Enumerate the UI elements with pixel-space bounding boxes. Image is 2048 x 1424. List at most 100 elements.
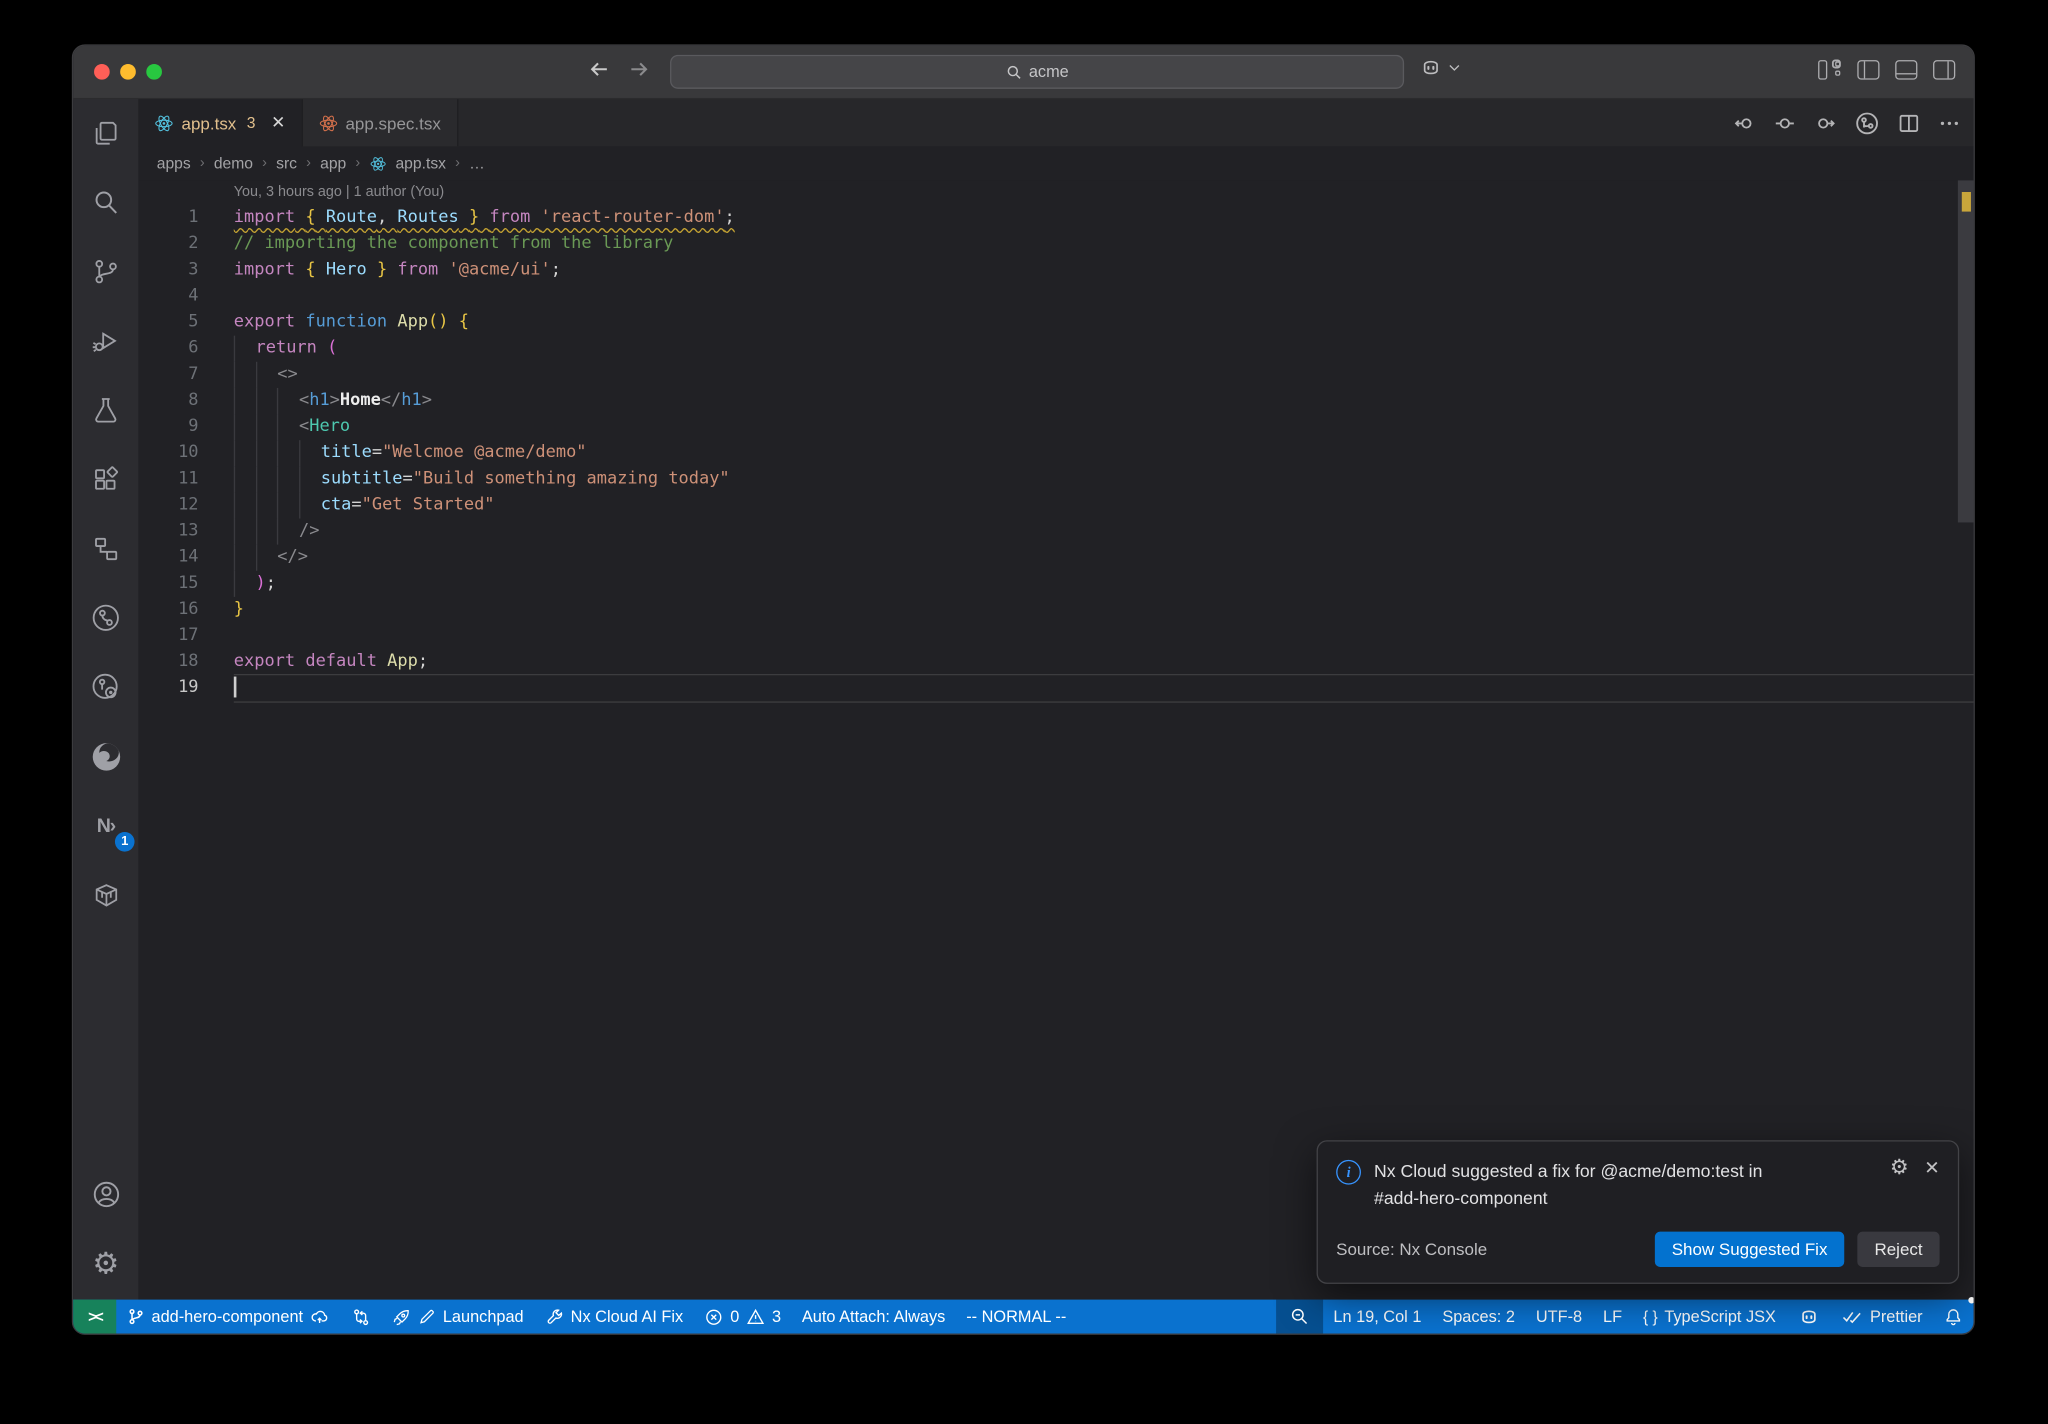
nx-cloud-fix-status-item[interactable]: Nx Cloud AI Fix: [534, 1300, 694, 1334]
more-actions-icon[interactable]: [1938, 112, 1960, 134]
code-line[interactable]: 8 <h1>Home</h1>: [138, 387, 1973, 415]
code-line[interactable]: 10 title="Welcmoe @acme/demo": [138, 440, 1973, 467]
info-icon: i: [1336, 1160, 1361, 1185]
breadcrumb-item[interactable]: demo: [214, 154, 253, 172]
reject-button[interactable]: Reject: [1857, 1231, 1940, 1267]
notification-message: Nx Cloud suggested a fix for @acme/demo:…: [1374, 1161, 1763, 1209]
run-and-debug-icon[interactable]: [80, 315, 132, 367]
notifications-bell-status-item[interactable]: [1933, 1296, 1974, 1334]
commit-graph-icon[interactable]: [80, 592, 132, 644]
show-suggested-fix-button[interactable]: Show Suggested Fix: [1654, 1231, 1845, 1267]
zoom-window-button[interactable]: [146, 63, 162, 80]
warning-marker: [1961, 191, 1971, 212]
text-cursor: [233, 675, 236, 697]
nav-forward-icon[interactable]: [1814, 112, 1836, 134]
code-line[interactable]: 6 return (: [138, 335, 1973, 362]
code-line[interactable]: 19: [138, 673, 1974, 703]
gitlens-inspect-icon[interactable]: [80, 661, 132, 713]
warning-count: 3: [771, 1307, 782, 1326]
chevron-down-icon[interactable]: [1447, 60, 1461, 74]
git-branch-icon: [129, 1309, 143, 1325]
notification-close-icon[interactable]: ✕: [1924, 1158, 1939, 1180]
account-icon[interactable]: [80, 1168, 132, 1220]
git-blame-lens[interactable]: You, 3 hours ago | 1 author (You): [234, 180, 1974, 205]
close-window-button[interactable]: [94, 63, 110, 80]
language-mode-status-item[interactable]: { } TypeScript JSX: [1633, 1300, 1787, 1334]
code-line[interactable]: 3 import { Hero } from '@acme/ui';: [138, 257, 1973, 283]
branch-status-item[interactable]: add-hero-component: [116, 1300, 341, 1334]
containers-icon[interactable]: [80, 869, 132, 921]
code-line[interactable]: 11 subtitle="Build something amazing toda…: [138, 466, 1973, 493]
code-line[interactable]: 2// importing the component from the lib…: [138, 231, 1973, 257]
code-line[interactable]: 5 export function App() {: [138, 310, 1973, 336]
search-icon: [1005, 63, 1022, 80]
minimize-window-button[interactable]: [120, 63, 136, 80]
auto-attach-status-item[interactable]: Auto Attach: Always: [791, 1300, 955, 1334]
notification-toast: i Nx Cloud suggested a fix for @acme/dem…: [1316, 1140, 1960, 1284]
source-control-icon[interactable]: [80, 246, 132, 298]
code-line[interactable]: 14 </>: [138, 544, 1973, 571]
tab-app-tsx[interactable]: app.tsx 3 ✕: [138, 99, 303, 147]
toggle-secondary-sidebar-button[interactable]: [1933, 60, 1956, 80]
edge-browser-icon[interactable]: [80, 730, 132, 782]
vscode-window: acme N› 1 ⚙ app.tsx 3 ✕ app.spec.tsx app…: [71, 44, 1975, 1335]
breadcrumb-item[interactable]: src: [276, 154, 297, 172]
notification-settings-gear-icon[interactable]: ⚙: [1890, 1158, 1909, 1180]
tab-app-spec-tsx[interactable]: app.spec.tsx: [302, 99, 458, 147]
nav-back-icon[interactable]: [1733, 112, 1755, 134]
code-line[interactable]: 7 <>: [138, 361, 1973, 388]
cursor-position-status-item[interactable]: Ln 19, Col 1: [1323, 1300, 1432, 1334]
breadcrumb-item[interactable]: apps: [157, 154, 191, 172]
nx-fix-label: Nx Cloud AI Fix: [570, 1307, 684, 1326]
toggle-panel-button[interactable]: [1895, 60, 1918, 80]
code-line[interactable]: 1 import { Route, Routes } from 'react-ro…: [138, 205, 1973, 231]
nav-position-icon[interactable]: [1774, 112, 1796, 134]
settings-gear-icon[interactable]: ⚙: [80, 1237, 132, 1289]
close-tab-icon[interactable]: ✕: [271, 112, 285, 133]
copilot-icon: [1801, 1310, 1816, 1324]
code-line[interactable]: 18 export default App;: [138, 649, 1973, 675]
navigate-back-icon[interactable]: [588, 57, 612, 81]
git-compare-status-item[interactable]: [341, 1300, 381, 1334]
breadcrumb-item[interactable]: …: [469, 154, 485, 172]
code-editor[interactable]: You, 3 hours ago | 1 author (You) 1 impor…: [138, 180, 1974, 1299]
extensions-icon[interactable]: [80, 453, 132, 505]
tab-label: app.tsx: [181, 112, 237, 133]
eol-status-item[interactable]: LF: [1593, 1300, 1633, 1334]
copilot-status-item[interactable]: [1786, 1300, 1830, 1334]
react-icon: [155, 114, 173, 131]
copilot-icon[interactable]: [1418, 56, 1443, 78]
references-icon[interactable]: [80, 522, 132, 574]
nx-console-icon[interactable]: N› 1: [80, 799, 135, 852]
split-editor-icon[interactable]: [1898, 112, 1920, 134]
explorer-icon[interactable]: [80, 107, 132, 159]
encoding-status-item[interactable]: UTF-8: [1525, 1300, 1592, 1334]
launchpad-status-item[interactable]: Launchpad: [381, 1300, 534, 1334]
code-line[interactable]: 17: [138, 623, 1973, 649]
code-line[interactable]: 15);: [138, 570, 1973, 597]
code-line[interactable]: 16}: [138, 597, 1973, 623]
notification-source: Source: Nx Console: [1336, 1239, 1488, 1260]
problems-status-item[interactable]: 0 3: [694, 1300, 792, 1334]
code-line[interactable]: 13/>: [138, 518, 1973, 545]
code-line[interactable]: 12 cta="Get Started": [138, 492, 1973, 519]
toggle-primary-sidebar-button[interactable]: [1857, 60, 1880, 80]
indentation-status-item[interactable]: Spaces: 2: [1432, 1300, 1526, 1334]
code-line[interactable]: 9 <Hero: [138, 414, 1973, 441]
prettier-status-item[interactable]: Prettier: [1831, 1300, 1933, 1334]
remote-indicator[interactable]: ><: [73, 1299, 117, 1334]
navigate-forward-icon[interactable]: [627, 57, 651, 81]
editor-scrollbar[interactable]: [1957, 180, 1974, 523]
command-center-search[interactable]: acme: [670, 54, 1405, 89]
breadcrumb-item[interactable]: app: [320, 154, 346, 172]
code-line[interactable]: 4: [138, 283, 1973, 309]
zoom-out-status-item[interactable]: [1275, 1299, 1323, 1334]
run-icon[interactable]: [1855, 110, 1880, 135]
breadcrumb-item[interactable]: app.tsx: [395, 154, 446, 172]
customize-layout-button[interactable]: [1818, 60, 1842, 80]
error-circle-icon: [706, 1308, 722, 1325]
testing-icon[interactable]: [80, 384, 132, 436]
bell-unread-dot: [1968, 1296, 1974, 1304]
vim-mode-status-item[interactable]: -- NORMAL --: [956, 1300, 1077, 1334]
search-view-icon[interactable]: [80, 176, 132, 228]
